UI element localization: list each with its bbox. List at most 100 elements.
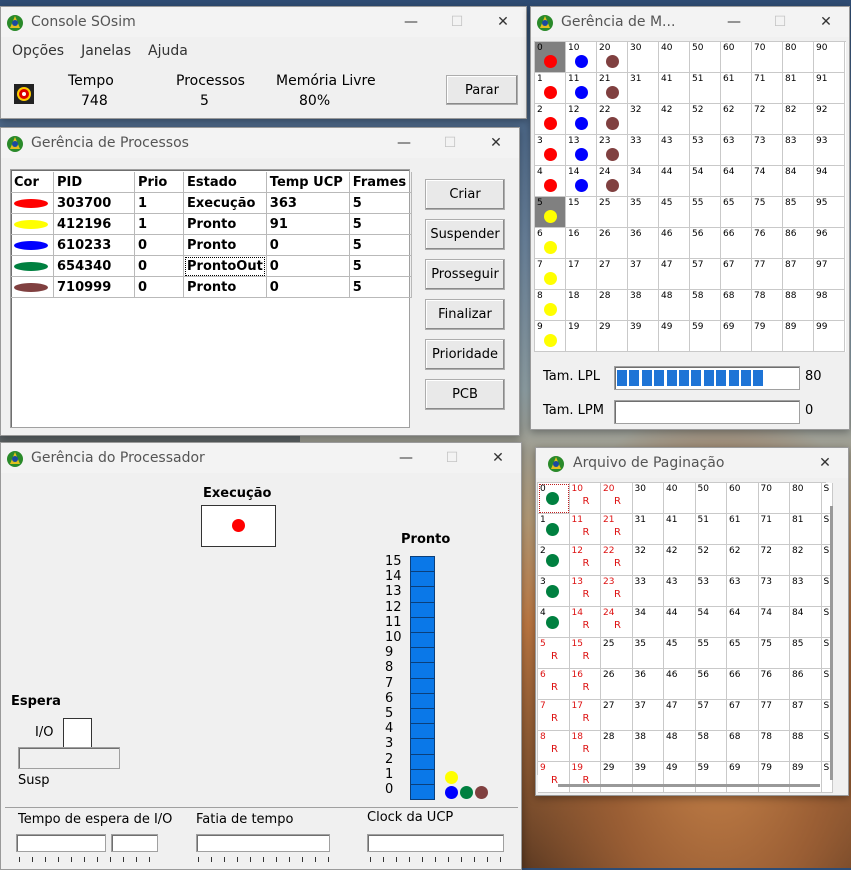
maximize-icon[interactable]: ☐ — [427, 128, 473, 158]
parar-button[interactable]: Parar — [446, 75, 518, 105]
memory-frame: 86 — [783, 228, 814, 259]
col-prio[interactable]: Prio — [134, 172, 184, 193]
cell-prio: 0 — [134, 234, 184, 256]
horizontal-scrollbar[interactable] — [558, 784, 820, 787]
page-process-dot — [546, 616, 559, 629]
frame-process-dot — [575, 148, 588, 161]
col-estado[interactable]: Estado — [183, 172, 267, 193]
close-icon[interactable]: ✕ — [475, 443, 521, 473]
frame-process-dot — [544, 179, 557, 192]
page-file-slot: 85 — [790, 638, 822, 669]
app-icon — [537, 15, 553, 31]
tempo-io-slider-b[interactable] — [111, 834, 158, 852]
slider-tick — [136, 857, 137, 862]
processos-titlebar[interactable]: Gerência de Processos — ☐ ✕ — [1, 128, 519, 158]
page-file-slot: 24 R — [601, 607, 633, 638]
memory-frame: 74 — [752, 166, 783, 197]
page-file-slot: 60 — [727, 483, 759, 514]
table-row[interactable]: 654340 0 ProntoOut 0 5 — [11, 255, 412, 277]
minimize-icon[interactable]: — — [381, 128, 427, 158]
console-titlebar[interactable]: Console SOsim — ☐ ✕ — [1, 7, 526, 37]
memoria-titlebar[interactable]: Gerência de M... — ☐ ✕ — [531, 7, 849, 37]
close-icon[interactable]: ✕ — [480, 7, 526, 37]
vertical-scrollbar[interactable] — [830, 506, 833, 780]
processos-value: 5 — [200, 93, 209, 109]
memory-frame: 52 — [690, 104, 721, 135]
memory-frame: 78 — [752, 290, 783, 321]
maximize-icon[interactable]: ☐ — [757, 7, 803, 37]
tempo-io-slider-a[interactable] — [16, 834, 106, 852]
close-icon[interactable]: ✕ — [803, 7, 849, 37]
table-row[interactable]: 710999 0 Pronto 0 5 — [11, 276, 412, 298]
slider-tick — [263, 857, 264, 862]
table-row[interactable]: 610233 0 Pronto 0 5 — [11, 234, 412, 256]
slider-tick — [276, 857, 277, 862]
page-file-slot: 74 — [758, 607, 790, 638]
process-color — [14, 261, 48, 271]
menu-janelas[interactable]: Janelas — [81, 43, 131, 67]
page-file-slot: 23 R — [601, 576, 633, 607]
cell-pid: 610233 — [53, 234, 135, 256]
cell-pid: 654340 — [53, 255, 135, 277]
page-file-slot: 45 — [664, 638, 696, 669]
criar-button[interactable]: Criar — [425, 179, 505, 210]
frame-process-dot — [575, 117, 588, 130]
table-row[interactable]: 412196 1 Pronto 91 5 — [11, 213, 412, 235]
menu-opcoes[interactable]: Opções — [12, 43, 64, 67]
maximize-icon[interactable]: ☐ — [434, 7, 480, 37]
minimize-icon[interactable]: — — [383, 443, 429, 473]
memory-frame: 27 — [597, 259, 628, 290]
col-pid[interactable]: PID — [53, 172, 135, 193]
slider-tick — [58, 857, 59, 862]
processador-titlebar[interactable]: Gerência do Processador — ☐ ✕ — [1, 443, 521, 473]
memory-frame: 75 — [752, 197, 783, 228]
lpl-progress — [614, 366, 800, 390]
col-temp-ucp[interactable]: Temp UCP — [266, 172, 350, 193]
page-file-slot: 18 R — [569, 731, 601, 762]
menu-ajuda[interactable]: Ajuda — [148, 43, 188, 67]
memory-frame: 36 — [628, 228, 659, 259]
page-file-slot: 37 — [632, 700, 664, 731]
close-icon[interactable]: ✕ — [473, 128, 519, 158]
cell-frames: 5 — [349, 276, 412, 298]
col-frames[interactable]: Frames — [349, 172, 412, 193]
memory-frame: 80 — [783, 42, 814, 73]
minimize-icon[interactable]: — — [711, 7, 757, 37]
memory-frame: 40 — [659, 42, 690, 73]
page-file-slot: 20 R — [601, 483, 633, 514]
cell-pid: 412196 — [53, 213, 135, 235]
page-file-slot: 41 — [664, 514, 696, 545]
close-icon[interactable]: ✕ — [802, 448, 848, 478]
cell-temp: 0 — [266, 255, 350, 277]
app-icon — [7, 451, 23, 467]
paginacao-titlebar[interactable]: Arquivo de Paginação ✕ — [536, 448, 848, 478]
finalizar-button[interactable]: Finalizar — [425, 299, 505, 330]
maximize-icon[interactable]: ☐ — [429, 443, 475, 473]
slider-tick — [250, 857, 251, 862]
table-row[interactable]: 303700 1 Execução 363 5 — [11, 192, 412, 214]
memory-frame: 55 — [690, 197, 721, 228]
prioridade-button[interactable]: Prioridade — [425, 339, 505, 370]
slider-tick — [19, 857, 20, 862]
fatia-slider[interactable] — [196, 834, 330, 852]
page-file-slot: 64 — [727, 607, 759, 638]
frame-process-dot — [606, 55, 619, 68]
app-icon — [7, 136, 23, 152]
suspender-button[interactable]: Suspender — [425, 219, 505, 250]
priority-queue-bar — [410, 647, 435, 664]
clock-slider[interactable] — [367, 834, 504, 852]
target-icon — [14, 84, 34, 104]
memory-frame: 65 — [721, 197, 752, 228]
processador-window: Gerência do Processador — ☐ ✕ Execução P… — [0, 442, 522, 870]
page-file-slot: 46 — [664, 669, 696, 700]
pcb-button[interactable]: PCB — [425, 379, 505, 410]
app-icon — [548, 456, 564, 472]
prosseguir-button[interactable]: Prosseguir — [425, 259, 505, 290]
priority-queue-bar — [410, 692, 435, 709]
minimize-icon[interactable]: — — [388, 7, 434, 37]
page-file-slot: 47 — [664, 700, 696, 731]
resident-marker: R — [614, 558, 621, 569]
col-cor[interactable]: Cor — [11, 172, 54, 193]
priority-queue-bar — [410, 586, 435, 603]
console-window: Console SOsim — ☐ ✕ Opções Janelas Ajuda… — [0, 6, 527, 119]
